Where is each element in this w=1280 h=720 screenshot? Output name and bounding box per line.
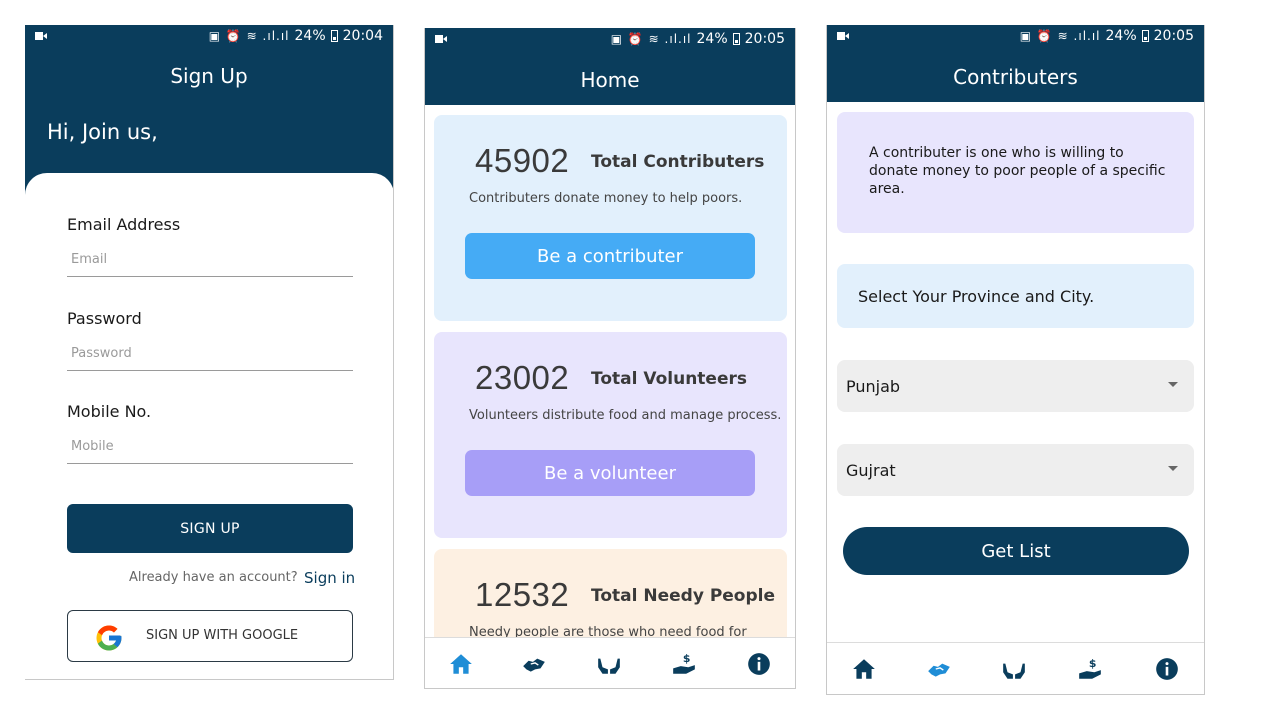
signup-form-card: Email Address Password Mobile No. SIGN U… [25,173,393,679]
nav-contributers[interactable] [926,656,952,682]
password-label: Password [67,309,142,328]
province-value: Punjab [846,377,901,396]
password-field[interactable] [67,337,353,371]
contributers-card: 45902 Total Contributers Contributers do… [434,115,787,321]
battery-percent: 24% [696,31,728,47]
status-bar: ▣ ⏰ ≋ .ıl.ıl 24% 20:05 [425,28,795,54]
select-prompt-text: Select Your Province and City. [858,287,1095,306]
donate-hand-icon: $ [673,652,695,674]
handshake-icon [928,663,950,677]
get-list-button[interactable]: Get List [843,527,1189,575]
home-icon [853,659,875,679]
province-dropdown[interactable]: Punjab [837,360,1194,412]
nav-home[interactable] [851,656,877,682]
page-title: Contributers [953,65,1078,89]
page-title: Sign Up [170,64,248,88]
select-prompt-box: Select Your Province and City. [837,264,1194,328]
nav-needy[interactable]: $ [1077,656,1103,682]
contributers-description: Contributers donate money to help poors. [469,191,743,206]
signup-screen: ▣ ⏰ ≋ .ıl.ıl 24% 20:04 Sign Up Hi, Join … [25,25,394,680]
mobile-label: Mobile No. [67,402,152,421]
video-record-icon [35,32,47,40]
mobile-field[interactable] [67,430,353,464]
battery-icon [1141,30,1149,42]
app-bar: ▣ ⏰ ≋ .ıl.ıl 24% 20:05 Home [425,28,795,105]
clock: 20:05 [744,31,785,47]
nav-needy[interactable]: $ [671,651,697,677]
greeting-text: Hi, Join us, [47,120,158,144]
city-value: Gujrat [846,461,896,480]
volunteers-count: 23002 [475,359,570,396]
signup-button[interactable]: SIGN UP [67,504,353,553]
bottom-navigation: $ [827,642,1204,694]
nav-home[interactable] [448,651,474,677]
email-label: Email Address [67,215,181,234]
volunteers-description: Volunteers distribute food and manage pr… [469,408,782,423]
volunteers-card: 23002 Total Volunteers Volunteers distri… [434,332,787,538]
nav-info[interactable] [1154,656,1180,682]
status-bar: ▣ ⏰ ≋ .ıl.ıl 24% 20:05 [827,25,1204,51]
city-dropdown[interactable]: Gujrat [837,444,1194,496]
open-hands-icon [598,658,620,674]
already-account-text: Already have an account? [129,570,298,585]
info-card: A contributer is one who is willing to d… [837,112,1194,233]
nav-volunteers[interactable] [596,651,622,677]
battery-icon [330,30,338,42]
chevron-down-icon [1168,382,1178,387]
be-contributer-button[interactable]: Be a contributer [465,233,755,279]
video-record-icon [837,32,849,40]
nav-info[interactable] [746,651,772,677]
home-screen: ▣ ⏰ ≋ .ıl.ıl 24% 20:05 Home 45902 Total … [424,28,796,689]
google-signup-label: SIGN UP WITH GOOGLE [146,628,299,643]
contributers-count: 45902 [475,142,570,179]
nav-volunteers[interactable] [1001,656,1027,682]
svg-text:$: $ [683,652,691,665]
info-icon [748,653,770,675]
google-icon [94,623,124,653]
signal-wifi-icons: ▣ ⏰ ≋ .ıl.ıl [1019,29,1101,43]
battery-icon [732,33,740,45]
home-icon [450,654,472,674]
status-bar: ▣ ⏰ ≋ .ıl.ıl 24% 20:04 [25,25,393,51]
page-title: Home [580,68,640,92]
nav-contributers[interactable] [521,651,547,677]
battery-percent: 24% [294,28,326,44]
volunteers-title: Total Volunteers [591,369,747,389]
chevron-down-icon [1168,466,1178,471]
video-record-icon [435,35,447,43]
donate-hand-icon: $ [1079,657,1101,679]
contributers-title: Total Contributers [591,152,765,172]
be-volunteer-button[interactable]: Be a volunteer [465,450,755,496]
info-text: A contributer is one who is willing to d… [869,145,1166,197]
signin-link[interactable]: Sign in [304,569,355,587]
needy-people-title: Total Needy People [591,586,776,606]
signal-wifi-icons: ▣ ⏰ ≋ .ıl.ıl [208,29,290,43]
handshake-icon [523,658,545,672]
svg-text:$: $ [1089,657,1097,670]
needy-people-count: 12532 [475,576,570,613]
info-icon [1156,658,1178,680]
app-bar: ▣ ⏰ ≋ .ıl.ıl 24% 20:05 Contributers [827,25,1204,102]
signal-wifi-icons: ▣ ⏰ ≋ .ıl.ıl [610,32,692,46]
contributers-screen: ▣ ⏰ ≋ .ıl.ıl 24% 20:05 Contributers A co… [826,25,1205,695]
email-field[interactable] [67,243,353,277]
google-signup-button[interactable]: SIGN UP WITH GOOGLE [67,610,353,662]
clock: 20:05 [1153,28,1194,44]
bottom-navigation: $ [425,637,795,688]
clock: 20:04 [342,28,383,44]
battery-percent: 24% [1105,28,1137,44]
open-hands-icon [1003,663,1025,679]
